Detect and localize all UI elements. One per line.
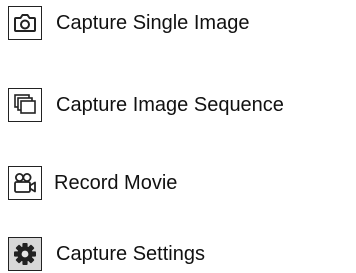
capture-image-sequence-label: Capture Image Sequence <box>56 94 284 116</box>
gear-icon[interactable] <box>8 237 42 271</box>
camera-icon[interactable] <box>8 6 42 40</box>
image-stack-icon[interactable] <box>8 88 42 122</box>
capture-single-image-item[interactable]: Capture Single Image <box>8 4 249 42</box>
capture-image-sequence-item[interactable]: Capture Image Sequence <box>8 86 284 124</box>
capture-settings-item[interactable]: Capture Settings <box>8 235 205 273</box>
capture-single-image-label: Capture Single Image <box>56 12 250 34</box>
record-movie-item[interactable]: Record Movie <box>8 164 177 202</box>
record-movie-label: Record Movie <box>54 172 178 194</box>
video-camera-icon[interactable] <box>8 166 42 200</box>
capture-settings-label: Capture Settings <box>56 243 205 265</box>
